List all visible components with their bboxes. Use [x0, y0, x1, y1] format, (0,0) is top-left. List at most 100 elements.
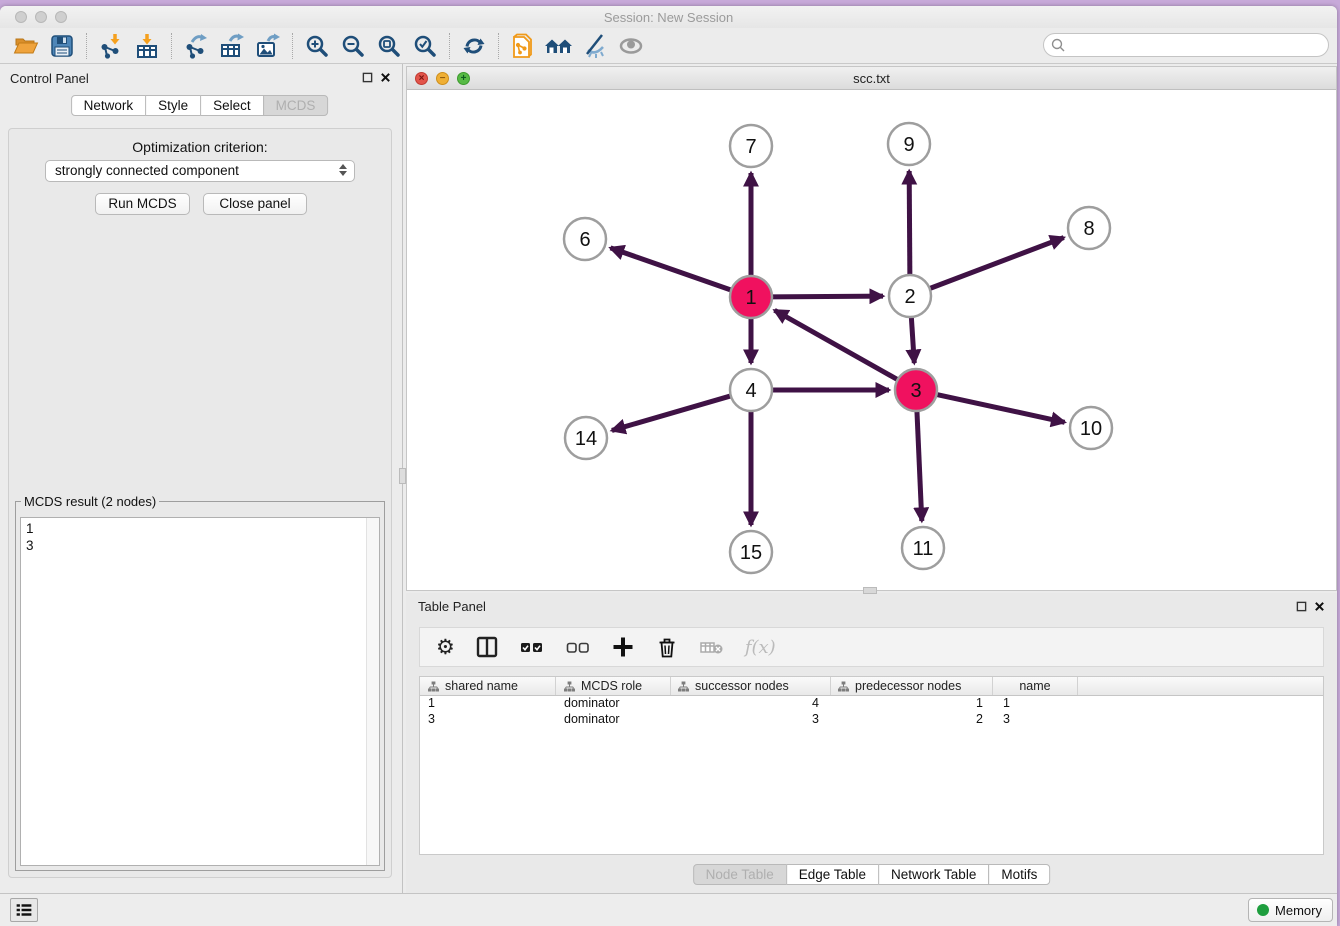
horizontal-splitter-handle[interactable] [863, 587, 877, 594]
optimization-criterion-label: Optimization criterion: [9, 139, 391, 155]
search-icon [1051, 38, 1065, 52]
graph-edge-2-3[interactable] [911, 315, 914, 363]
zoom-fit-button[interactable] [371, 30, 407, 62]
splitter-handle[interactable] [399, 468, 406, 484]
tab-network-table[interactable]: Network Table [878, 864, 989, 885]
column-header-label: shared name [445, 679, 518, 693]
graph-node-label: 2 [904, 286, 915, 308]
task-list-icon [15, 902, 33, 918]
hide-graphics-button[interactable] [577, 30, 613, 62]
table-cell[interactable]: 4 [671, 696, 831, 712]
close-panel-icon[interactable] [380, 72, 391, 83]
toolbar-separator [498, 33, 499, 59]
graph-edge-3-10[interactable] [935, 394, 1065, 422]
control-panel: Control Panel NetworkStyleSelectMCDS Opt… [0, 64, 399, 893]
mcds-result-area[interactable]: 13 [20, 517, 380, 866]
close-panel-button[interactable]: Close panel [203, 193, 307, 215]
network-window-title: scc.txt [407, 71, 1336, 86]
column-header-mcds-role[interactable]: MCDS role [556, 677, 671, 695]
zoom-selected-button[interactable] [407, 30, 443, 62]
import-table-button[interactable] [129, 30, 165, 62]
zoom-out-button[interactable] [335, 30, 371, 62]
sort-tree-icon [838, 681, 849, 692]
delete-column-button[interactable] [655, 635, 679, 659]
export-network-button[interactable] [178, 30, 214, 62]
select-all-button[interactable] [519, 635, 545, 659]
graph-node-label: 1 [745, 287, 756, 309]
main-content: Control Panel NetworkStyleSelectMCDS Opt… [0, 64, 1337, 893]
export-network-icon [183, 33, 209, 59]
graph-edge-3-11[interactable] [917, 409, 922, 521]
main-toolbar [0, 28, 1337, 64]
criterion-select[interactable]: strongly connected component [45, 160, 355, 182]
table-cell[interactable]: 3 [671, 712, 831, 728]
show-tasks-button[interactable] [10, 898, 38, 922]
save-icon [49, 33, 75, 59]
graph-edge-2-9[interactable] [909, 171, 910, 277]
new-network-file-button[interactable] [505, 30, 541, 62]
criterion-value: strongly connected component [55, 163, 239, 178]
export-table-icon [219, 33, 245, 59]
tab-network[interactable]: Network [71, 95, 147, 116]
show-graphics-button[interactable] [613, 30, 649, 62]
tab-node-table[interactable]: Node Table [693, 864, 787, 885]
import-network-icon [98, 33, 124, 59]
export-image-button[interactable] [250, 30, 286, 62]
float-panel-icon[interactable] [362, 72, 373, 83]
open-session-button[interactable] [8, 30, 44, 62]
column-header-label: successor nodes [695, 679, 789, 693]
close-panel-icon[interactable] [1314, 601, 1325, 612]
search-input[interactable] [1043, 33, 1329, 57]
tab-style[interactable]: Style [145, 95, 201, 116]
window-title: Session: New Session [0, 10, 1337, 25]
column-header-predecessor-nodes[interactable]: predecessor nodes [831, 677, 993, 695]
add-column-button[interactable] [611, 635, 635, 659]
memory-button[interactable]: Memory [1248, 898, 1333, 922]
table-cell[interactable]: 2 [831, 712, 993, 728]
table-cell[interactable]: 3 [420, 712, 556, 728]
graph-edge-1-2[interactable] [770, 296, 883, 297]
zoom-in-button[interactable] [299, 30, 335, 62]
table-cell[interactable]: dominator [556, 696, 671, 712]
tab-edge-table[interactable]: Edge Table [786, 864, 879, 885]
table-cell[interactable]: 1 [420, 696, 556, 712]
import-network-button[interactable] [93, 30, 129, 62]
network-canvas[interactable]: 7968124314101511 [407, 90, 1336, 590]
graph-edge-2-8[interactable] [928, 238, 1064, 290]
tab-mcds[interactable]: MCDS [263, 95, 329, 116]
tab-select[interactable]: Select [200, 95, 264, 116]
tab-motifs[interactable]: Motifs [988, 864, 1050, 885]
table-cell[interactable]: 1 [831, 696, 993, 712]
table-cell[interactable]: 1 [993, 696, 1078, 712]
column-visibility-button[interactable] [475, 635, 499, 659]
result-scrollbar[interactable] [366, 518, 379, 865]
table-panel-title: Table Panel [418, 599, 486, 614]
network-window-titlebar[interactable]: × − + scc.txt [407, 67, 1336, 90]
save-session-button[interactable] [44, 30, 80, 62]
graph-edge-1-6[interactable] [610, 248, 733, 291]
right-region: × − + scc.txt 7968124314101511 Table Pan… [406, 64, 1337, 893]
column-header-name[interactable]: name [993, 677, 1078, 695]
table-cell[interactable]: 3 [993, 712, 1078, 728]
function-builder-button-disabled[interactable]: f(x) [745, 637, 776, 658]
delete-table-button-disabled[interactable] [699, 635, 725, 659]
network-graph[interactable]: 7968124314101511 [407, 90, 1336, 592]
table-cell[interactable]: dominator [556, 712, 671, 728]
toolbar-separator [171, 33, 172, 59]
column-header-shared-name[interactable]: shared name [420, 677, 556, 695]
float-panel-icon[interactable] [1296, 601, 1307, 612]
column-header-successor-nodes[interactable]: successor nodes [671, 677, 831, 695]
table-header-row: shared name MCDS role successor nodes prede… [420, 677, 1323, 696]
deselect-all-button[interactable] [565, 635, 591, 659]
run-mcds-button[interactable]: Run MCDS [95, 193, 190, 215]
homes-button[interactable] [541, 30, 577, 62]
graph-edge-4-14[interactable] [612, 395, 733, 430]
refresh-view-button[interactable] [456, 30, 492, 62]
zoom-fit-icon [376, 33, 402, 59]
export-table-button[interactable] [214, 30, 250, 62]
table-row[interactable]: 3dominator323 [420, 712, 1323, 728]
panel-splitter[interactable] [399, 64, 406, 893]
graph-edge-3-1[interactable] [775, 310, 900, 380]
table-row[interactable]: 1dominator411 [420, 696, 1323, 712]
table-settings-button[interactable]: ⚙ [436, 637, 455, 658]
